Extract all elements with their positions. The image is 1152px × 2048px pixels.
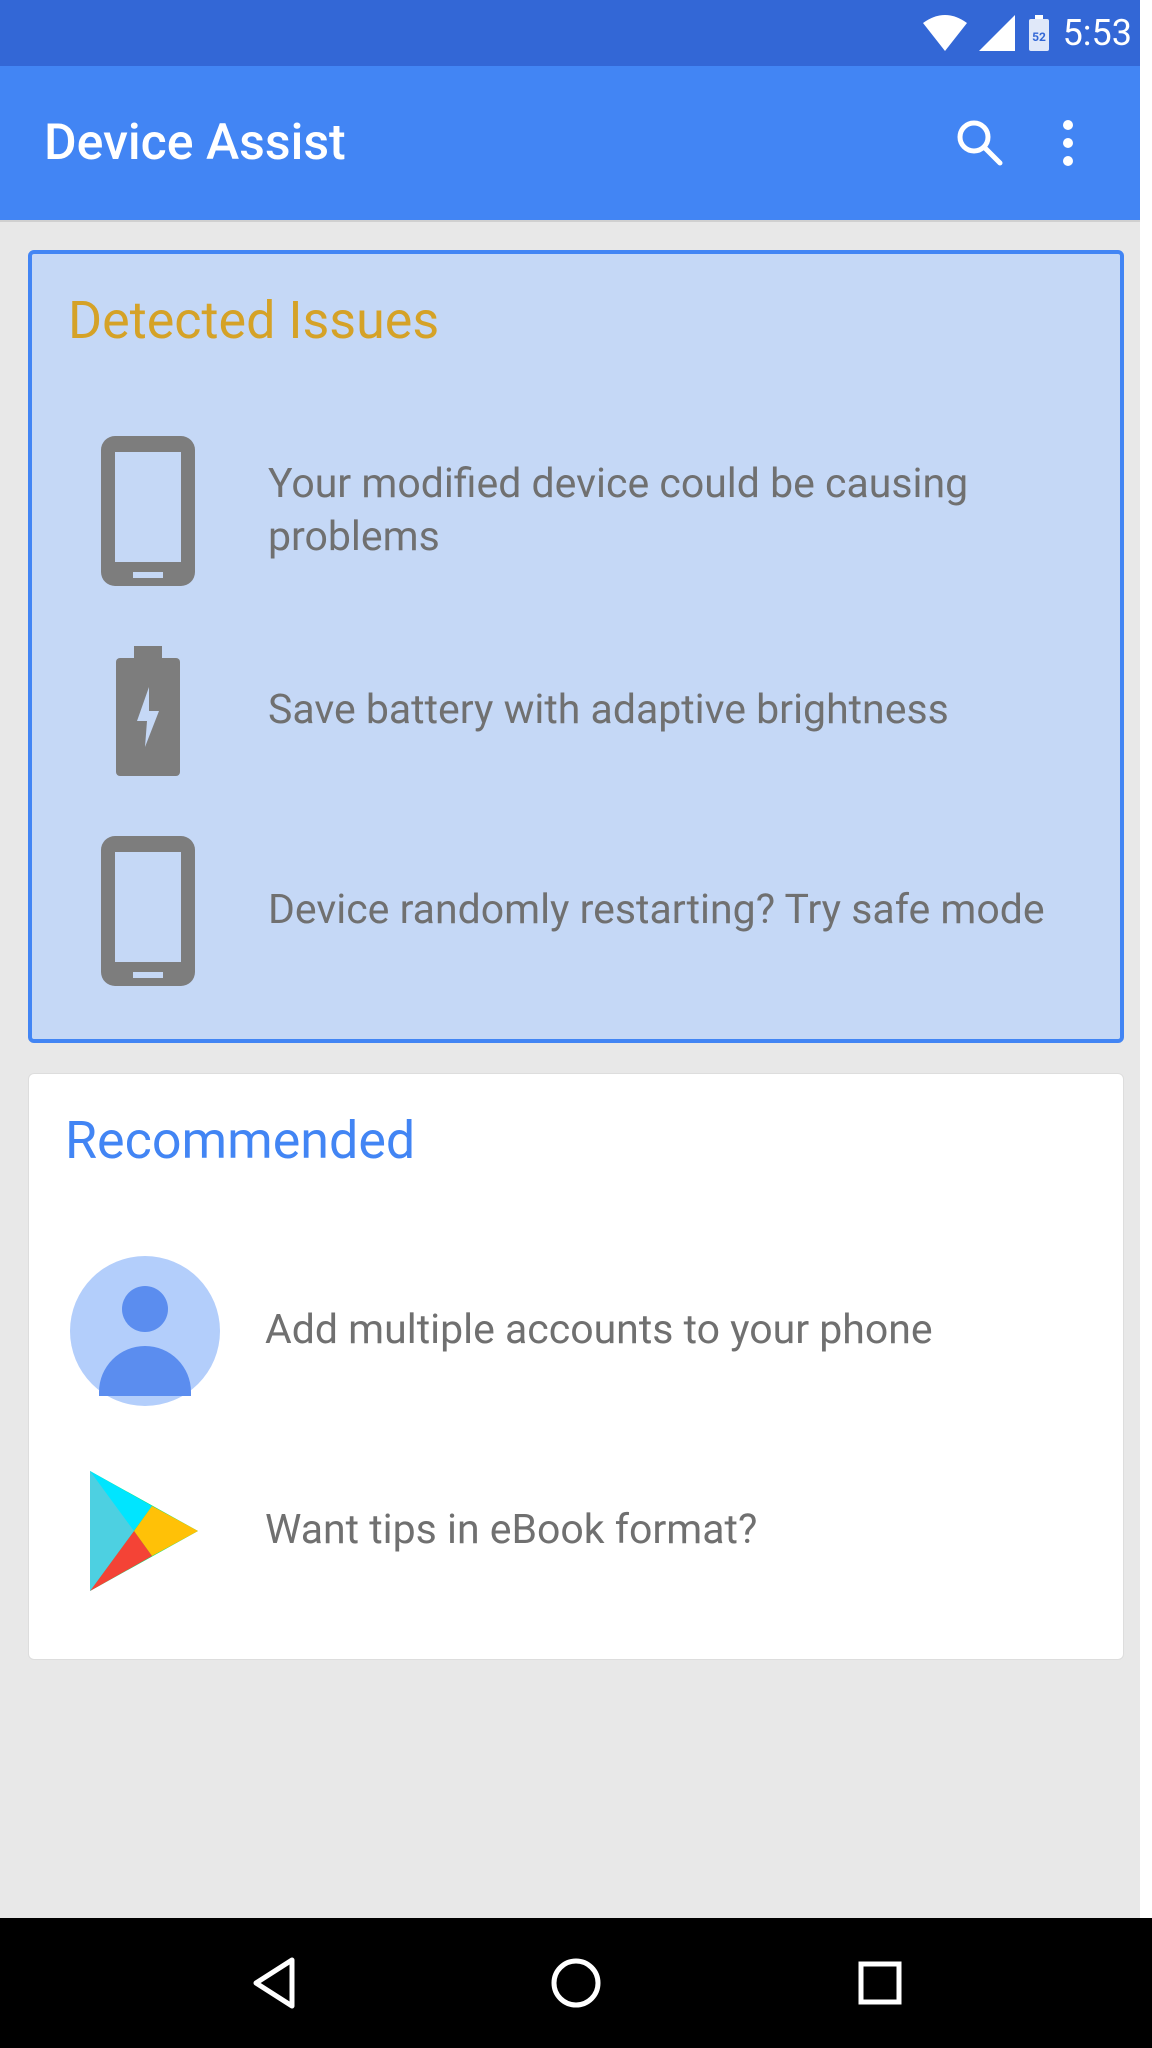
issue-row[interactable]: Save battery with adaptive brightness [68,611,1084,811]
back-button[interactable] [212,1943,332,2023]
navigation-bar [0,1918,1152,2048]
issue-row[interactable]: Your modified device could be causing pr… [68,411,1084,611]
wifi-icon [923,15,967,51]
app-bar: Device Assist [0,66,1152,222]
home-button[interactable] [516,1943,636,2023]
recents-icon [857,1960,903,2006]
detected-issues-title: Detected Issues [68,290,1084,351]
status-time: 5:53 [1063,12,1132,54]
search-button[interactable] [936,99,1024,187]
issue-text: Save battery with adaptive brightness [268,684,1084,737]
more-vert-icon [1062,119,1074,167]
battery-charging-icon [116,646,180,776]
search-icon [954,117,1006,169]
recommended-card: Recommended Add multiple accounts to you… [28,1073,1124,1660]
home-icon [549,1956,603,2010]
svg-text:52: 52 [1032,30,1046,44]
app-title: Device Assist [44,114,936,172]
recommended-row[interactable]: Add multiple accounts to your phone [65,1231,1087,1431]
screenshot-edge [1140,0,1152,1918]
play-store-icon [80,1461,210,1601]
avatar-icon [70,1256,220,1406]
issue-text: Device randomly restarting? Try safe mod… [268,884,1084,937]
status-bar: 52 5:53 [0,0,1152,66]
recents-button[interactable] [820,1943,940,2023]
recommended-text: Want tips in eBook format? [265,1504,1087,1557]
phone-icon [101,836,195,986]
detected-issues-card: Detected Issues Your modified device cou… [28,250,1124,1043]
issue-text: Your modified device could be causing pr… [268,458,1084,565]
recommended-title: Recommended [65,1110,1087,1171]
battery-icon: 52 [1027,15,1051,51]
phone-icon [101,436,195,586]
recommended-text: Add multiple accounts to your phone [265,1304,1087,1357]
issue-row[interactable]: Device randomly restarting? Try safe mod… [68,811,1084,1011]
overflow-menu-button[interactable] [1024,99,1112,187]
recommended-row[interactable]: Want tips in eBook format? [65,1431,1087,1631]
content: Detected Issues Your modified device cou… [0,222,1152,1918]
cellular-signal-icon [979,15,1015,51]
back-icon [248,1956,296,2010]
